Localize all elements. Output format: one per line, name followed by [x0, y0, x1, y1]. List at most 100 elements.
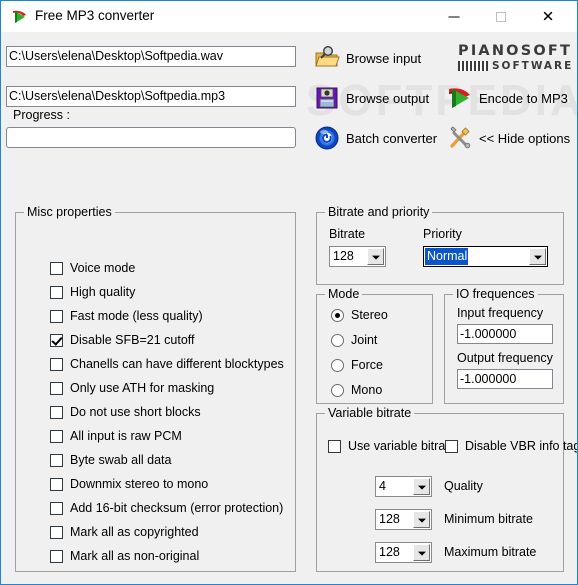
maximize-icon [496, 11, 506, 22]
checkbox-only-ath[interactable]: Only use ATH for masking [50, 381, 214, 395]
browse-input-label: Browse input [346, 50, 422, 66]
checkbox-icon [50, 549, 63, 563]
encode-to-mp3-label: Encode to MP3 [479, 90, 568, 106]
checkbox-high-quality[interactable]: High quality [50, 285, 135, 299]
quality-label: Quality [444, 479, 483, 493]
browse-output-button[interactable]: Browse output [314, 82, 429, 114]
priority-filler [468, 247, 528, 266]
checkbox-label: All input is raw PCM [70, 429, 182, 443]
checkbox-label: Fast mode (less quality) [70, 309, 203, 323]
bitrate-select[interactable]: 128 [329, 246, 386, 267]
checkbox-fast-mode[interactable]: Fast mode (less quality) [50, 309, 203, 323]
checkbox-icon [50, 285, 63, 299]
title-bar[interactable]: Free MP3 converter ✕ [1, 1, 577, 32]
checkbox-icon [328, 439, 341, 453]
radio-stereo[interactable]: Stereo [331, 308, 388, 322]
client-area: SOFTPEDIA C:\Users\elena\Desktop\Softped… [1, 32, 577, 584]
minimize-icon [448, 16, 460, 17]
quality-select[interactable]: 4 [375, 476, 432, 497]
checkbox-mark-non-original[interactable]: Mark all as non-original [50, 549, 199, 563]
chevron-down-icon[interactable] [529, 248, 546, 265]
checkbox-mark-copyrighted[interactable]: Mark all as copyrighted [50, 525, 199, 539]
minimum-bitrate-value: 128 [379, 512, 400, 526]
logo-line1: PIANOSOFT [458, 43, 573, 59]
maximize-button[interactable] [478, 1, 524, 32]
browse-input-button[interactable]: Browse input [314, 42, 421, 74]
checkbox-label: Disable SFB=21 cutoff [70, 333, 195, 347]
checkbox-label: Voice mode [70, 261, 136, 275]
maximum-bitrate-select[interactable]: 128 [375, 542, 432, 563]
chevron-down-icon[interactable] [367, 248, 384, 265]
output-frequency-label: Output frequency [457, 351, 553, 365]
bitrate-label: Bitrate [329, 227, 366, 241]
maximum-bitrate-value: 128 [379, 545, 400, 559]
checkbox-label: High quality [70, 285, 136, 299]
logo-line2: SOFTWARE [492, 60, 574, 72]
misc-properties-group: Misc properties Voice mode High quality … [15, 205, 296, 572]
radio-joint[interactable]: Joint [331, 333, 377, 347]
checkbox-icon [50, 261, 63, 275]
output-frequency-field[interactable]: -1.000000 [457, 369, 553, 389]
chevron-down-icon[interactable] [413, 511, 430, 528]
mp3-encoder-icon [447, 85, 473, 111]
checkbox-checked-icon [50, 333, 63, 347]
checkbox-label: Only use ATH for masking [70, 381, 215, 395]
maximum-bitrate-label: Maximum bitrate [444, 545, 537, 559]
checkbox-no-short-blocks[interactable]: Do not use short blocks [50, 405, 201, 419]
radio-icon [331, 333, 344, 347]
checkbox-label: Downmix stereo to mono [70, 477, 209, 491]
checkbox-icon [50, 405, 63, 419]
checkbox-icon [50, 525, 63, 539]
checkbox-icon [50, 453, 63, 467]
piano-keys-icon [458, 61, 488, 71]
minimize-button[interactable] [431, 1, 477, 32]
chevron-down-icon[interactable] [413, 478, 430, 495]
misc-properties-title: Misc properties [24, 205, 115, 219]
checkbox-label: Chanells can have different blocktypes [70, 357, 284, 371]
encode-to-mp3-button[interactable]: Encode to MP3 [447, 82, 568, 114]
checkbox-disable-vbr-info-tag[interactable]: Disable VBR info tag [445, 439, 578, 453]
checkbox-disable-sfb21[interactable]: Disable SFB=21 cutoff [50, 333, 195, 347]
checkbox-icon [445, 439, 458, 453]
close-button[interactable]: ✕ [525, 1, 571, 32]
variable-bitrate-title: Variable bitrate [325, 406, 415, 420]
priority-value: Normal [425, 248, 469, 265]
checkbox-label: Do not use short blocks [70, 405, 201, 419]
chevron-down-icon[interactable] [413, 544, 430, 561]
hide-options-label: << Hide options [479, 130, 571, 146]
minimum-bitrate-select[interactable]: 128 [375, 509, 432, 530]
checkbox-label: Disable VBR info tag [465, 439, 578, 453]
checkbox-add-checksum[interactable]: Add 16-bit checksum (error protection) [50, 501, 283, 515]
variable-bitrate-group: Variable bitrate Use variable bitrate Di… [316, 406, 577, 572]
priority-select[interactable]: Normal [423, 246, 548, 267]
radio-selected-icon [331, 308, 344, 322]
checkbox-downmix-mono[interactable]: Downmix stereo to mono [50, 477, 208, 491]
input-frequency-field[interactable]: -1.000000 [457, 324, 553, 344]
quality-value: 4 [379, 479, 386, 493]
radio-label: Mono [351, 383, 383, 397]
radio-force[interactable]: Force [331, 358, 383, 372]
checkbox-label: Byte swab all data [70, 453, 172, 467]
bitrate-priority-group: Bitrate and priority Bitrate 128 Priorit… [316, 205, 564, 285]
checkbox-icon [50, 309, 63, 323]
batch-converter-button[interactable]: Batch converter [314, 122, 437, 154]
radio-label: Force [351, 358, 383, 372]
mode-group: Mode Stereo Joint Force Mono [316, 287, 433, 404]
checkbox-different-blocktypes[interactable]: Chanells can have different blocktypes [50, 357, 284, 371]
browse-output-label: Browse output [346, 90, 430, 106]
progress-label: Progress : [13, 108, 70, 122]
io-frequences-title: IO frequences [453, 287, 538, 301]
checkbox-voice-mode[interactable]: Voice mode [50, 261, 135, 275]
radio-icon [331, 358, 344, 372]
hide-options-button[interactable]: << Hide options [447, 122, 570, 154]
radio-mono[interactable]: Mono [331, 383, 382, 397]
progress-bar [6, 127, 296, 148]
checkbox-label: Mark all as copyrighted [70, 525, 199, 539]
input-file-field[interactable]: C:\Users\elena\Desktop\Softpedia.wav [6, 46, 296, 67]
checkbox-use-variable-bitrate[interactable]: Use variable bitrate [328, 439, 456, 453]
checkbox-raw-pcm[interactable]: All input is raw PCM [50, 429, 182, 443]
checkbox-label: Mark all as non-original [70, 549, 200, 563]
checkbox-icon [50, 429, 63, 443]
checkbox-byte-swab[interactable]: Byte swab all data [50, 453, 171, 467]
output-file-field[interactable]: C:\Users\elena\Desktop\Softpedia.mp3 [6, 86, 296, 107]
